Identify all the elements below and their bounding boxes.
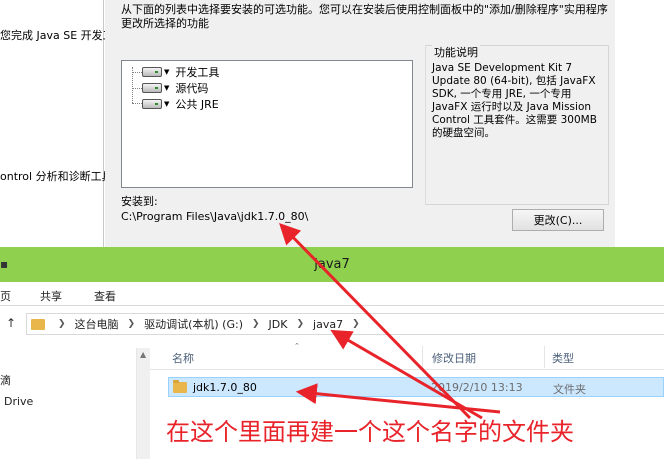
chevron-right-icon[interactable]: ❯ — [58, 319, 66, 329]
chevron-right-icon[interactable]: ❯ — [352, 319, 360, 329]
feature-info-title: 功能说明 — [432, 44, 480, 60]
column-type[interactable]: 类型 — [552, 350, 574, 366]
feature-label: 开发工具 — [175, 66, 220, 79]
navigation-pane: 滴 Drive ▲ — [0, 342, 150, 459]
install-to-label: 安装到: — [121, 195, 158, 208]
folder-icon — [173, 380, 187, 393]
drive-icon — [142, 67, 162, 77]
dropdown-arrow-icon[interactable]: ▼ — [164, 100, 169, 108]
feature-item-public-jre[interactable]: ▼ 公共 JRE — [142, 96, 219, 112]
file-date: 2019/2/10 13:13 — [431, 381, 523, 394]
feature-info-text: Java SE Development Kit 7 Update 80 (64-… — [432, 62, 597, 139]
tab-page[interactable]: 页 — [0, 288, 11, 304]
installer-dialog: 从下面的列表中选择要安装的可选功能。您可以在安装后使用控制面板中的"添加/删除程… — [105, 0, 615, 247]
install-path: C:\Program Files\Java\jdk1.7.0_80\ — [121, 210, 309, 223]
feature-item-source-code[interactable]: ▼ 源代码 — [142, 80, 208, 96]
nav-item[interactable]: 滴 — [0, 372, 11, 388]
address-area: ↑ ❯ 这台电脑 ❯ 驱动调试(本机) (G:) ❯ JDK ❯ java7 ❯ — [0, 306, 664, 342]
chevron-right-icon[interactable]: ❯ — [296, 319, 304, 329]
breadcrumb-java7[interactable]: java7 — [313, 318, 343, 331]
window-title: java7 — [314, 257, 350, 272]
installer-left-panel: 您完成 Java SE 开发工 ontrol 分析和诊断工具 — [0, 0, 114, 247]
installer-description: 从下面的列表中选择要安装的可选功能。您可以在安装后使用控制面板中的"添加/删除程… — [121, 3, 608, 30]
sort-caret-icon: ⌃ — [294, 342, 300, 350]
file-name[interactable]: jdk1.7.0_80 — [193, 381, 257, 394]
column-header: ⌃ 名称 修改日期 类型 — [150, 342, 664, 370]
tab-view[interactable]: 查看 — [94, 288, 116, 304]
tab-share[interactable]: 共享 — [40, 288, 62, 304]
breadcrumb-jdk[interactable]: JDK — [269, 318, 288, 331]
nav-item-drive[interactable]: Drive — [4, 395, 33, 408]
file-type: 文件夹 — [553, 383, 586, 396]
column-divider[interactable] — [422, 346, 423, 368]
breadcrumb-this-pc[interactable]: 这台电脑 — [75, 316, 119, 332]
feature-info-group: 功能说明 Java SE Development Kit 7 Update 80… — [425, 44, 609, 205]
nav-scrollbar[interactable]: ▲ — [136, 348, 150, 459]
change-button[interactable]: 更改(C)... — [512, 209, 604, 231]
background-gap — [615, 0, 664, 247]
left-snippet-text: 您完成 Java SE 开发工 — [0, 29, 114, 42]
drive-icon — [142, 99, 162, 109]
feature-tree[interactable]: ▼ 开发工具 ▼ 源代码 ▼ 公共 JRE — [121, 60, 413, 188]
annotation-text: 在这个里面再建一个这个名字的文件夹 — [166, 418, 574, 446]
chevron-right-icon[interactable]: ❯ — [128, 319, 136, 329]
chevron-right-icon[interactable]: ❯ — [252, 319, 260, 329]
breadcrumb-drive-g[interactable]: 驱动调试(本机) (G:) — [144, 316, 243, 332]
dropdown-arrow-icon[interactable]: ▼ — [164, 84, 169, 92]
address-bar[interactable]: ❯ 这台电脑 ❯ 驱动调试(本机) (G:) ❯ JDK ❯ java7 ❯ — [26, 313, 664, 335]
folder-icon — [31, 318, 45, 330]
explorer-titlebar[interactable]: ▪ java7 — [0, 247, 664, 282]
ribbon-tabs: 页 共享 查看 — [0, 282, 664, 306]
column-divider[interactable] — [544, 346, 545, 368]
scroll-up-icon[interactable]: ▲ — [140, 350, 146, 359]
drive-icon — [142, 83, 162, 93]
feature-label: 公共 JRE — [175, 98, 219, 111]
up-arrow-icon[interactable]: ↑ — [6, 316, 16, 330]
feature-item-dev-tools[interactable]: ▼ 开发工具 — [142, 64, 219, 80]
feature-label: 源代码 — [175, 82, 209, 95]
table-row[interactable]: jdk1.7.0_80 2019/2/10 13:13 文件夹 — [168, 377, 664, 397]
column-date[interactable]: 修改日期 — [432, 350, 476, 366]
left-snippet-text: ontrol 分析和诊断工具 — [0, 170, 113, 183]
dropdown-arrow-icon[interactable]: ▼ — [164, 68, 169, 76]
column-name[interactable]: 名称 — [172, 350, 194, 366]
